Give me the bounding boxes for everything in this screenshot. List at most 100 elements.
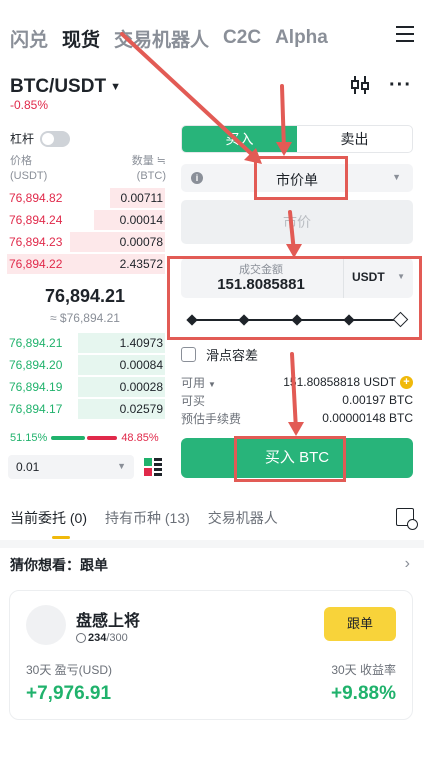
buy-ratio-bar xyxy=(51,436,86,440)
fee-row: 预估手续费 0.00000148 BTC xyxy=(181,409,413,427)
can-buy-value: 0.00197 BTC xyxy=(342,393,413,407)
tab-c2c[interactable]: C2C xyxy=(223,27,261,49)
leverage-toggle[interactable] xyxy=(40,130,71,147)
bids-price: 76,894.17 xyxy=(9,402,63,416)
more-options-icon[interactable]: ··· xyxy=(389,75,412,95)
bids-qty: 0.00028 xyxy=(119,380,163,394)
avatar xyxy=(26,605,66,645)
pnl-label: 30天 盈亏(USD) xyxy=(26,663,113,677)
asks-qty: 2.43572 xyxy=(119,257,163,271)
qty-column-unit: (BTC) xyxy=(136,170,166,182)
buy-sell-ratio: 51.15% 48.85% xyxy=(10,432,164,444)
bids-row[interactable]: 76,894.19 0.00028 xyxy=(7,376,165,398)
bids-price: 76,894.21 xyxy=(9,336,63,350)
leverage-label: 杠杆 xyxy=(10,132,35,146)
orders-tabs: 当前委托 (0) 持有币种 (13) 交易机器人 xyxy=(10,508,418,539)
section-divider xyxy=(0,540,424,548)
active-tab-indicator xyxy=(52,536,70,539)
asks-row[interactable]: 76,894.23 0.00078 xyxy=(7,231,165,253)
fee-label: 预估手续费 xyxy=(181,411,242,426)
slippage-row: 滑点容差 xyxy=(181,345,258,364)
orderbook-bids: 76,894.21 1.40973 76,894.20 0.00084 76,894.1… xyxy=(7,332,165,420)
asks-qty: 0.00078 xyxy=(119,235,163,249)
highlight-order-type xyxy=(254,156,348,200)
asks-qty: 0.00014 xyxy=(119,213,163,227)
market-price-field: 市价 xyxy=(181,200,413,244)
hamburger-menu-icon[interactable] xyxy=(396,26,414,44)
sell-tab[interactable]: 卖出 xyxy=(297,126,412,152)
trader-name: 盘感上将 xyxy=(76,613,141,630)
candlestick-chart-icon[interactable] xyxy=(351,76,370,94)
tab-bots[interactable]: 交易机器人 xyxy=(208,508,278,536)
caret-down-icon[interactable]: ▼ xyxy=(208,380,216,389)
trade-info: 可用 ▼ 151.80858818 USDT + 可买 0.00197 BTC 预估… xyxy=(181,373,413,427)
pair-symbol: BTC/USDT xyxy=(10,76,107,97)
asks-price: 76,894.22 xyxy=(9,257,63,271)
highlight-amount-slider xyxy=(167,256,422,340)
copy-trader-card[interactable]: 盘感上将 234/300 跟单 30天 盈亏(USD) 30天 收益率 +7,9… xyxy=(9,590,413,720)
available-row: 可用 ▼ 151.80858818 USDT + xyxy=(181,373,413,391)
tab-holdings[interactable]: 持有币种 (13) xyxy=(105,508,190,536)
fee-value: 0.00000148 BTC xyxy=(322,411,413,425)
roi-value: +9.88% xyxy=(331,683,396,704)
caret-down-icon: ▼ xyxy=(392,172,401,182)
bids-row[interactable]: 76,894.21 1.40973 xyxy=(7,332,165,354)
orderbook-asks: 76,894.82 0.00711 76,894.24 0.00014 76,894.2… xyxy=(7,187,165,275)
available-value: 151.80858818 USDT xyxy=(283,374,396,389)
pair-actions: ··· xyxy=(351,75,412,95)
asks-row[interactable]: 76,894.22 2.43572 xyxy=(7,253,165,275)
buy-tab[interactable]: 买入 xyxy=(182,126,297,152)
bids-price: 76,894.20 xyxy=(9,358,63,372)
buy-sell-switch: 买入 卖出 xyxy=(181,125,413,153)
bids-row[interactable]: 76,894.17 0.02579 xyxy=(7,398,165,420)
last-price[interactable]: 76,894.21 xyxy=(10,286,160,307)
followers-count: 234/300 xyxy=(76,632,128,644)
highlight-buy-button xyxy=(234,436,346,482)
tab-spot[interactable]: 现货 xyxy=(62,25,100,52)
bids-qty: 1.40973 xyxy=(119,336,163,350)
tab-alpha[interactable]: Alpha xyxy=(275,27,328,49)
qty-column-label[interactable]: 数量 ≒ xyxy=(132,154,166,169)
can-buy-label: 可买 xyxy=(181,393,206,408)
followers-current: 234 xyxy=(88,632,107,644)
buy-ratio: 51.15% xyxy=(10,432,48,444)
asks-row[interactable]: 76,894.82 0.00711 xyxy=(7,187,165,209)
pair-selector[interactable]: BTC/USDT ▼ xyxy=(10,76,121,98)
top-nav: 闪兑 现货 交易机器人 C2C Alpha xyxy=(10,20,414,56)
add-funds-icon[interactable]: + xyxy=(400,376,413,390)
slippage-checkbox[interactable] xyxy=(181,347,196,362)
bids-row[interactable]: 76,894.20 0.00084 xyxy=(7,354,165,376)
copy-trade-button[interactable]: 跟单 xyxy=(324,607,396,641)
users-icon xyxy=(76,633,86,644)
roi-label: 30天 收益率 xyxy=(331,663,396,677)
precision-value: 0.01 xyxy=(16,460,40,474)
price-change: -0.85% xyxy=(10,98,49,112)
asks-price: 76,894.23 xyxy=(9,235,63,249)
asks-row[interactable]: 76,894.24 0.00014 xyxy=(7,209,165,231)
asks-price: 76,894.82 xyxy=(9,191,63,205)
last-price-usd: ≈ $76,894.21 xyxy=(50,311,120,325)
asks-price: 76,894.24 xyxy=(9,213,63,227)
sell-ratio: 48.85% xyxy=(121,432,159,444)
caret-down-icon: ▼ xyxy=(110,80,121,93)
chevron-right-icon[interactable]: › xyxy=(405,555,410,573)
tab-flash-swap[interactable]: 闪兑 xyxy=(10,25,48,52)
tab-open-orders[interactable]: 当前委托 (0) xyxy=(10,508,87,536)
followers-total: /300 xyxy=(106,632,128,644)
bids-qty: 0.00084 xyxy=(119,358,163,372)
order-history-icon[interactable] xyxy=(396,508,418,530)
available-label: 可用 xyxy=(181,375,206,390)
leverage-toggle-row: 杠杆 xyxy=(10,130,71,147)
asks-qty: 0.00711 xyxy=(120,191,164,205)
tab-trading-bot[interactable]: 交易机器人 xyxy=(114,25,209,52)
recommendation-title: 猜你想看：跟单 xyxy=(10,557,108,573)
slippage-label: 滑点容差 xyxy=(206,348,259,363)
bids-qty: 0.02579 xyxy=(119,402,163,416)
sell-ratio-bar xyxy=(87,436,118,440)
orderbook-layout-icon[interactable] xyxy=(144,458,162,476)
pnl-value: +7,976.91 xyxy=(26,683,112,704)
orderbook-header: 价格 (USDT) 数量 ≒ (BTC) xyxy=(10,154,166,184)
precision-select[interactable]: 0.01 ▼ xyxy=(8,455,134,479)
caret-down-icon: ▼ xyxy=(117,461,126,471)
can-buy-row: 可买 0.00197 BTC xyxy=(181,391,413,409)
